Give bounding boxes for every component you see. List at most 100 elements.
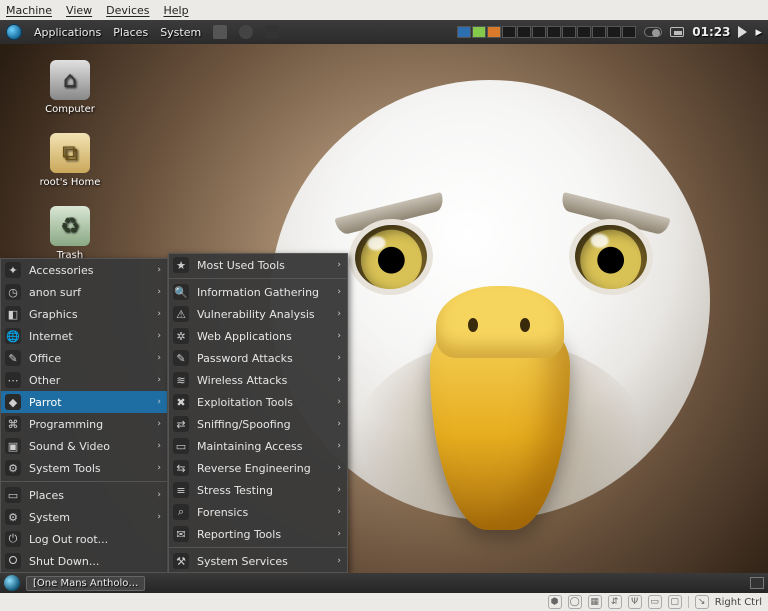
parrot-item-vulnerability-analysis[interactable]: ⚠Vulnerability Analysis› [169,303,347,325]
panel-menu-places[interactable]: Places [113,26,148,39]
parrot-item-exploitation-tools[interactable]: ✖Exploitation Tools› [169,391,347,413]
appmenu-footer-log-out-root[interactable]: ⏻Log Out root... [1,528,167,550]
menu-item-icon: 🔍 [173,284,189,300]
network-icon[interactable] [670,27,684,37]
menu-item-label: System Tools [29,462,149,475]
appmenu-item-graphics[interactable]: ◧Graphics› [1,303,167,325]
menu-item-icon: ✲ [173,328,189,344]
vm-display-icon[interactable]: ▢ [668,595,682,609]
bottom-taskbar: [One Mans Antholo… [0,573,768,593]
system-tray: 01:23 ▸ [457,25,762,40]
menu-item-label: Exploitation Tools [197,396,329,409]
chevron-right-icon: › [157,287,161,297]
vm-statusbar: ⬢ ◯ ▦ ⇵ Ψ ▭ ▢ ↘ Right Ctrl [0,593,768,611]
appmenu-item-internet[interactable]: 🌐Internet› [1,325,167,347]
appmenu-footer-system[interactable]: ⚙System› [1,506,167,528]
chevron-right-icon: › [337,353,341,363]
parrot-item-reverse-engineering[interactable]: ⇆Reverse Engineering› [169,457,347,479]
menu-item-icon: ⚙ [5,460,21,476]
parrot-item-system-services[interactable]: ⚒System Services› [169,550,347,572]
appmenu-footer-shut-down[interactable]: ⭘Shut Down... [1,550,167,572]
appmenu-item-sound-video[interactable]: ▣Sound & Video› [1,435,167,457]
vm-shared-folder-icon[interactable]: ▭ [648,595,662,609]
menu-item-icon: ⏻ [5,531,21,547]
panel-clock[interactable]: 01:23 [692,25,730,39]
menu-separator [169,278,347,279]
desktop-icon-computer[interactable]: ⌂ Computer [30,60,110,115]
menu-item-icon: ✦ [5,262,21,278]
menu-item-icon: ◷ [5,284,21,300]
menu-item-label: anon surf [29,286,149,299]
parrot-submenu: ★Most Used Tools› 🔍 Information Gathering ›… [168,253,348,573]
appmenu-item-programming[interactable]: ⌘Programming› [1,413,167,435]
vm-mouse-capture-icon[interactable]: ↘ [695,595,709,609]
chevron-right-icon: › [337,287,341,297]
distro-logo-icon[interactable] [6,24,22,40]
parrot-item-password-attacks[interactable]: ✎Password Attacks› [169,347,347,369]
parrot-item-information-gathering[interactable]: 🔍 Information Gathering › [169,281,347,303]
appmenu-item-anon-surf[interactable]: ◷ anon surf › [1,281,167,303]
appmenu-footer-places[interactable]: ▭Places› [1,484,167,506]
taskbar-show-desktop-icon[interactable] [750,577,764,589]
chevron-right-icon: › [337,260,341,270]
panel-applet-icon[interactable] [213,25,227,39]
desktop-icon-trash[interactable]: ♻ Trash [30,206,110,261]
tray-toggle-icon[interactable] [644,27,662,37]
menu-separator [1,481,167,482]
vm-floppy-icon[interactable]: ▦ [588,595,602,609]
panel-expand-icon[interactable]: ▸ [755,25,762,40]
menu-item-icon: ⭘ [5,553,21,569]
vm-optical-icon[interactable]: ◯ [568,595,582,609]
menu-item-icon: ▭ [5,487,21,503]
panel-applet-icon[interactable] [239,25,253,39]
panel-applet-icon[interactable] [265,25,279,39]
chevron-right-icon: › [337,331,341,341]
home-folder-icon: ⧉ [50,133,90,173]
vm-menu-view[interactable]: View [66,4,92,17]
parrot-item-sniffing-spoofing[interactable]: ⇄Sniffing/Spoofing› [169,413,347,435]
menu-separator [169,547,347,548]
panel-menu-applications[interactable]: Applications [34,26,101,39]
menu-item-label: System [29,511,149,524]
start-menu-icon[interactable] [4,575,20,591]
chevron-right-icon: › [157,265,161,275]
chevron-right-icon: › [337,441,341,451]
chevron-right-icon: › [337,375,341,385]
appmenu-item-other[interactable]: ⋯Other› [1,369,167,391]
workspace-switcher[interactable] [457,26,636,38]
vm-menu-machine[interactable]: Machine [6,4,52,17]
desktop-icon-label: Computer [30,104,110,115]
menu-item-icon: ◧ [5,306,21,322]
vm-hdd-icon[interactable]: ⬢ [548,595,562,609]
menu-item-icon: ★ [173,257,189,273]
parrot-item-stress-testing[interactable]: ≡Stress Testing› [169,479,347,501]
menu-item-label: Parrot [29,396,149,409]
vm-usb-icon[interactable]: Ψ [628,595,642,609]
parrot-item-wireless-attacks[interactable]: ≋Wireless Attacks› [169,369,347,391]
menu-item-label: Other [29,374,149,387]
appmenu-item-parrot[interactable]: ◆Parrot› [1,391,167,413]
parrot-item-maintaining-access[interactable]: ▭Maintaining Access› [169,435,347,457]
menu-item-label: Information Gathering [197,286,329,299]
applications-menu: ✦ Accessories › ◷ anon surf › ◧Graphics›🌐Inter… [0,258,168,573]
vm-menu-help[interactable]: Help [164,4,189,17]
vm-network-icon[interactable]: ⇵ [608,595,622,609]
chevron-right-icon: › [337,309,341,319]
appmenu-item-accessories[interactable]: ✦ Accessories › [1,259,167,281]
chevron-right-icon: › [337,419,341,429]
parrot-item-most-used-tools[interactable]: ★Most Used Tools› [169,254,347,276]
computer-icon: ⌂ [50,60,90,100]
menu-item-label: Maintaining Access [197,440,329,453]
desktop-icon-home[interactable]: ⧉ root's Home [30,133,110,188]
volume-icon[interactable] [738,26,747,38]
parrot-item-reporting-tools[interactable]: ✉Reporting Tools› [169,523,347,545]
taskbar-window-button[interactable]: [One Mans Antholo… [26,576,145,591]
appmenu-item-system-tools[interactable]: ⚙System Tools› [1,457,167,479]
appmenu-item-office[interactable]: ✎Office› [1,347,167,369]
menu-item-label: Accessories [29,264,149,277]
parrot-item-web-applications[interactable]: ✲Web Applications› [169,325,347,347]
panel-menu-system[interactable]: System [160,26,201,39]
parrot-item-forensics[interactable]: ⌕Forensics› [169,501,347,523]
trash-icon: ♻ [50,206,90,246]
vm-menu-devices[interactable]: Devices [106,4,149,17]
